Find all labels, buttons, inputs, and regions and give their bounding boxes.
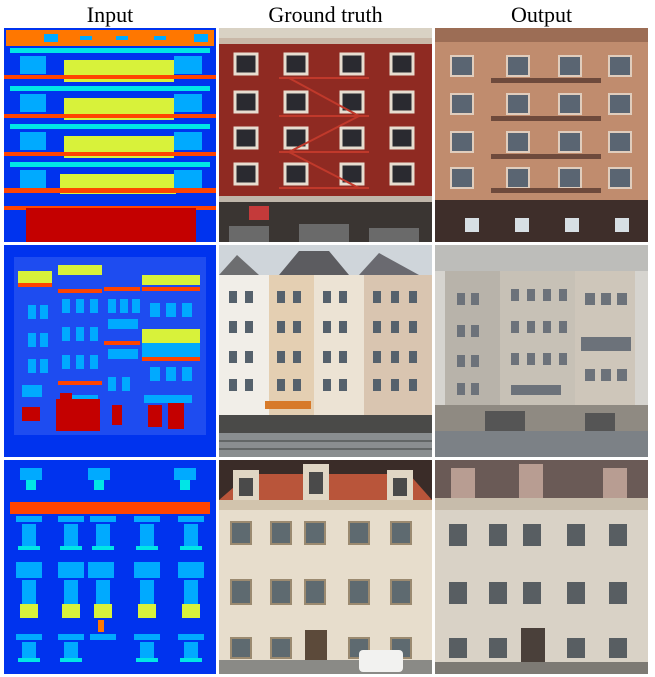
column-header-output: Output	[510, 2, 573, 27]
output-photo-2	[435, 245, 648, 457]
ground-truth-photo-1	[219, 28, 432, 242]
output-photo-3	[435, 460, 648, 674]
output-photo-1	[435, 28, 648, 242]
column-header-ground-truth: Ground truth	[268, 2, 383, 27]
ground-truth-photo-2	[219, 245, 432, 457]
ground-truth-photo-3	[219, 460, 432, 674]
input-label-map-2	[4, 245, 216, 457]
input-label-map-1	[4, 28, 216, 242]
column-header-input: Input	[86, 2, 134, 27]
input-label-map-3	[4, 460, 216, 674]
